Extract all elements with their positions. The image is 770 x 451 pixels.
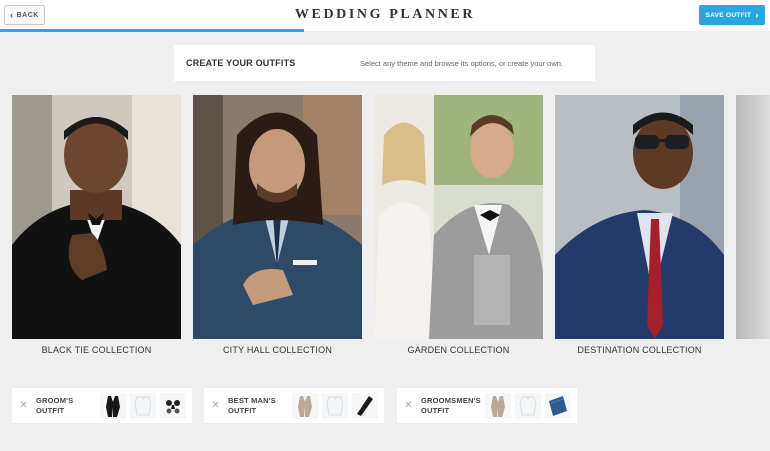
collection-label: GARDEN COLLECTION	[407, 345, 510, 355]
suit-thumbnail	[485, 392, 511, 419]
collection-card-black-tie[interactable]: BLACK TIE COLLECTION	[12, 95, 181, 355]
close-icon[interactable]: ✕	[18, 400, 29, 411]
close-icon[interactable]: ✕	[210, 400, 221, 411]
save-outfit-button[interactable]: SAVE OUTFIT ›	[699, 5, 765, 25]
save-outfit-label: SAVE OUTFIT	[705, 11, 752, 19]
intro-heading: CREATE YOUR OUTFITS	[186, 58, 296, 68]
intro-hint: Select any theme and browse its options,…	[360, 58, 564, 68]
shirt-thumbnail	[322, 392, 348, 419]
outfit-label: BEST MAN'S OUTFIT	[228, 396, 288, 416]
outfit-label-line: BEST MAN'S	[228, 395, 276, 405]
accessories-thumbnail	[160, 392, 186, 419]
outfit-label-line: OUTFIT	[36, 405, 65, 415]
outfit-card-groomsmen[interactable]: ✕ GROOMSMEN'S OUTFIT	[397, 388, 577, 423]
outfit-label: GROOM'S OUTFIT	[36, 396, 96, 416]
outfit-card-best-man[interactable]: ✕ BEST MAN'S OUTFIT	[204, 388, 384, 423]
suit-thumbnail	[292, 392, 318, 419]
outfit-label-line: GROOM'S	[36, 395, 74, 405]
intro-panel: CREATE YOUR OUTFITS Select any theme and…	[174, 45, 595, 81]
collection-card-garden[interactable]: GARDEN COLLECTION	[374, 95, 543, 355]
city-hall-photo	[193, 95, 362, 339]
collection-card-city-hall[interactable]: CITY HALL COLLECTION	[193, 95, 362, 355]
outfit-card-groom[interactable]: ✕ GROOM'S OUTFIT	[12, 388, 192, 423]
page-title: WEDDING PLANNER	[294, 7, 476, 22]
destination-photo	[555, 95, 724, 339]
collection-label: BLACK TIE COLLECTION	[41, 345, 152, 355]
garden-photo	[374, 95, 543, 339]
outfit-label-line: OUTFIT	[421, 405, 450, 415]
outfit-label: GROOMSMEN'S OUTFIT	[421, 396, 481, 416]
suit-thumbnail	[100, 392, 126, 419]
collection-card-partial[interactable]	[736, 95, 770, 339]
close-icon[interactable]: ✕	[403, 400, 414, 411]
tie-thumbnail	[352, 392, 378, 419]
outfit-label-line: OUTFIT	[228, 405, 257, 415]
outfit-label-line: GROOMSMEN'S	[421, 395, 481, 405]
shirt-thumbnail	[515, 392, 541, 419]
partial-photo	[736, 95, 770, 339]
collection-label: CITY HALL COLLECTION	[222, 345, 333, 355]
collection-label: DESTINATION COLLECTION	[577, 345, 702, 355]
chevron-right-icon: ›	[755, 10, 759, 20]
pocket-square-thumbnail	[545, 392, 571, 419]
shirt-thumbnail	[130, 392, 156, 419]
collection-card-destination[interactable]: DESTINATION COLLECTION	[555, 95, 724, 355]
progress-indicator	[0, 29, 304, 32]
black-tie-photo	[12, 95, 181, 339]
